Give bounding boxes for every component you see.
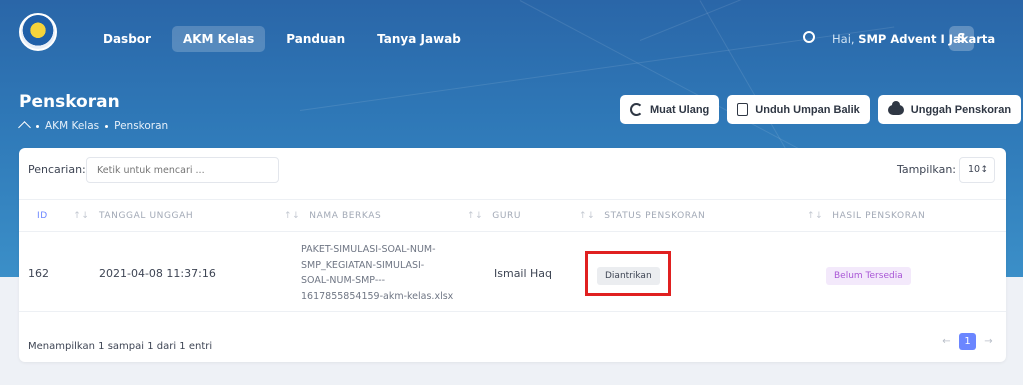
search-icon[interactable] <box>803 31 815 43</box>
table-header: ID ↑↓ TANGGAL UNGGAH ↑↓ NAMA BERKAS ↑↓ GUR… <box>19 199 1006 232</box>
search-label: Pencarian: <box>28 163 86 176</box>
column-header-nama-berkas[interactable]: ↑↓ NAMA BERKAS <box>284 211 381 221</box>
download-feedback-button[interactable]: Unduh Umpan Balik <box>727 95 870 124</box>
breadcrumb: AKM Kelas Penskoran <box>19 120 168 132</box>
upload-scoring-button[interactable]: Unggah Penskoran <box>877 95 1022 124</box>
breadcrumb-akm-kelas[interactable]: AKM Kelas <box>45 120 99 132</box>
search-input[interactable] <box>86 157 279 183</box>
breadcrumb-penskoran: Penskoran <box>114 120 169 132</box>
ministry-logo[interactable] <box>19 13 57 51</box>
column-header-id[interactable]: ID ↑↓ <box>28 211 99 221</box>
pagination: ← 1 → <box>938 333 997 350</box>
nav-panduan[interactable]: Panduan <box>275 26 356 52</box>
upload-scoring-label: Unggah Penskoran <box>910 103 1012 116</box>
cell-id: 162 <box>28 267 49 280</box>
greeting-name: SMP Advent I Jakarta <box>858 32 996 46</box>
pdf-icon <box>737 103 749 116</box>
column-header-guru[interactable]: ↑↓ GURU <box>467 211 521 221</box>
reload-label: Muat Ulang <box>650 103 710 116</box>
column-header-status[interactable]: ↑↓ STATUS PENSKORAN <box>579 211 705 221</box>
refresh-icon <box>630 103 643 116</box>
nav-tanya-jawab[interactable]: Tanya Jawab <box>366 26 472 52</box>
breadcrumb-separator <box>105 124 109 128</box>
scoring-table-card: Pencarian: Tampilkan: 10 ID ↑↓ TANGGAL U… <box>19 148 1006 362</box>
page-size-select[interactable]: 10 <box>959 157 995 183</box>
cell-filename: PAKET-SIMULASI-SOAL-NUM- SMP_KEGIATAN-SI… <box>301 244 454 302</box>
column-header-hasil[interactable]: ↑↓ HASIL PENSKORAN <box>807 211 925 221</box>
table-row: 162 2021-04-08 11:37:16 PAKET-SIMULASI-S… <box>19 232 1006 312</box>
reload-button[interactable]: Muat Ulang <box>620 95 720 124</box>
table-info: Menampilkan 1 sampai 1 dari 1 entri <box>28 341 213 352</box>
cell-date: 2021-04-08 11:37:16 <box>99 267 216 280</box>
header-actions: Muat Ulang Unduh Umpan Balik Unggah Pens… <box>620 95 1022 124</box>
home-icon[interactable] <box>19 121 30 131</box>
column-header-tanggal-unggah[interactable]: TANGGAL UNGGAH <box>99 211 193 221</box>
table-toolbar: Pencarian: Tampilkan: 10 <box>19 148 1006 194</box>
top-navbar: Dasbor AKM Kelas Panduan Tanya Jawab Hai… <box>0 0 1023 78</box>
cloud-upload-icon <box>887 100 904 115</box>
page-title: Penskoran <box>19 92 120 112</box>
greeting-prefix: Hai, <box>832 32 855 46</box>
breadcrumb-separator <box>36 124 39 128</box>
result-badge: Belum Tersedia <box>826 267 911 285</box>
nav-dasbor[interactable]: Dasbor <box>92 26 162 52</box>
page-size-label: Tampilkan: <box>896 163 956 176</box>
page-1-button[interactable]: 1 <box>959 333 976 350</box>
cell-teacher: Ismail Haq <box>494 267 553 280</box>
prev-page-button[interactable]: ← <box>938 333 955 350</box>
main-nav: Dasbor AKM Kelas Panduan Tanya Jawab <box>92 26 472 52</box>
download-feedback-label: Unduh Umpan Balik <box>755 103 860 116</box>
avatar[interactable]: S <box>949 26 974 51</box>
status-highlight-box <box>585 251 671 296</box>
next-page-button[interactable]: → <box>980 333 997 350</box>
nav-akm-kelas[interactable]: AKM Kelas <box>171 26 266 52</box>
